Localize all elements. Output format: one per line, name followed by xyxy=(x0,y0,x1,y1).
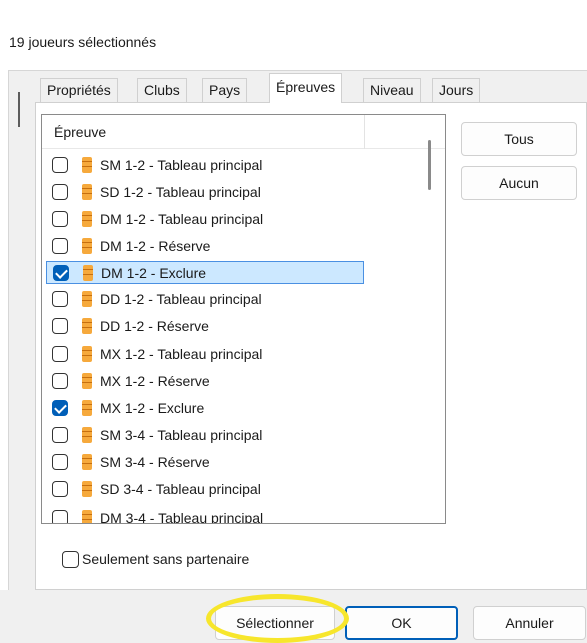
list-item[interactable]: MX 1-2 - Exclure xyxy=(46,397,364,420)
only-without-partner-label: Seulement sans partenaire xyxy=(82,551,250,567)
list-item-label: SM 3-4 - Réserve xyxy=(100,454,210,470)
select-none-button[interactable]: Aucun xyxy=(461,166,577,200)
database-icon xyxy=(82,481,92,497)
list-item-checkbox-checked[interactable] xyxy=(52,400,68,416)
database-icon xyxy=(82,346,92,362)
list-item[interactable]: SM 3-4 - Tableau principal xyxy=(46,424,364,447)
left-scroll-indicator xyxy=(18,92,20,127)
selection-count-text: 19 joueurs sélectionnés xyxy=(9,34,157,50)
list-scrollbar-thumb[interactable] xyxy=(428,140,431,190)
list-item-checkbox[interactable] xyxy=(52,346,68,362)
list-item[interactable]: SM 3-4 - Réserve xyxy=(46,451,364,474)
list-item-checkbox[interactable] xyxy=(52,427,68,443)
list-item[interactable]: DM 1-2 - Tableau principal xyxy=(46,208,364,231)
select-button[interactable]: Sélectionner xyxy=(215,606,335,640)
list-item-label: MX 1-2 - Exclure xyxy=(100,400,205,416)
database-icon xyxy=(83,265,93,281)
database-icon xyxy=(82,318,92,334)
column-separator[interactable] xyxy=(364,115,365,149)
list-item-checkbox[interactable] xyxy=(52,238,68,254)
list-item-label: MX 1-2 - Réserve xyxy=(100,373,210,389)
only-without-partner-checkbox[interactable] xyxy=(62,551,79,568)
list-item-checkbox[interactable] xyxy=(52,373,68,389)
list-item-label: DM 1-2 - Réserve xyxy=(100,238,211,254)
list-item-checkbox[interactable] xyxy=(52,184,68,200)
database-icon xyxy=(82,184,92,200)
list-item-label: SM 3-4 - Tableau principal xyxy=(100,427,263,443)
column-header-epreuve: Épreuve xyxy=(54,124,107,140)
list-item[interactable]: DM 1-2 - Réserve xyxy=(46,235,364,258)
list-item[interactable]: DD 1-2 - Réserve xyxy=(46,315,364,338)
list-item-label: DM 1-2 - Tableau principal xyxy=(100,211,264,227)
list-item-checkbox[interactable] xyxy=(52,454,68,470)
tab-jours[interactable]: Jours xyxy=(432,78,481,102)
list-item-checkbox[interactable] xyxy=(52,157,68,173)
database-icon xyxy=(82,291,92,307)
tab-pays[interactable]: Pays xyxy=(202,78,248,102)
list-item-checkbox[interactable] xyxy=(52,318,68,334)
list-item-label: DM 1-2 - Exclure xyxy=(101,265,207,281)
list-item-checkbox[interactable] xyxy=(52,481,68,497)
tab-niveau[interactable]: Niveau xyxy=(363,78,421,102)
select-all-button[interactable]: Tous xyxy=(461,122,577,156)
list-item[interactable]: DM 3-4 - Tableau principal xyxy=(46,507,364,524)
list-item[interactable]: DD 1-2 - Tableau principal xyxy=(46,288,364,311)
list-item[interactable]: MX 1-2 - Tableau principal xyxy=(46,343,364,366)
dialog-top-area: 19 joueurs sélectionnés xyxy=(0,0,587,70)
list-item[interactable]: SD 1-2 - Tableau principal xyxy=(46,181,364,204)
database-icon xyxy=(82,427,92,443)
list-item[interactable]: SD 3-4 - Tableau principal xyxy=(46,478,364,501)
events-listbox[interactable]: Épreuve SM 1-2 - Tableau principal SD 1-… xyxy=(41,114,446,524)
list-item-label: SD 1-2 - Tableau principal xyxy=(100,184,261,200)
list-item-label: DD 1-2 - Tableau principal xyxy=(100,291,262,307)
list-item-label: SD 3-4 - Tableau principal xyxy=(100,481,261,497)
database-icon xyxy=(82,373,92,389)
list-column-header[interactable]: Épreuve xyxy=(42,115,445,149)
database-icon xyxy=(82,211,92,227)
tab-proprietes[interactable]: Propriétés xyxy=(40,78,118,102)
database-icon xyxy=(82,510,92,523)
list-item-checkbox[interactable] xyxy=(52,510,68,523)
list-item-label: MX 1-2 - Tableau principal xyxy=(100,346,263,362)
list-item-checkbox[interactable] xyxy=(52,291,68,307)
tab-clubs[interactable]: Clubs xyxy=(137,78,187,102)
only-without-partner-option[interactable]: Seulement sans partenaire xyxy=(62,549,302,571)
list-item-label: SM 1-2 - Tableau principal xyxy=(100,157,263,173)
list-item-checkbox[interactable] xyxy=(52,211,68,227)
database-icon xyxy=(82,157,92,173)
database-icon xyxy=(82,238,92,254)
ok-button[interactable]: OK xyxy=(345,606,458,640)
list-item-checkbox-checked[interactable] xyxy=(53,265,69,281)
list-item-label: DD 1-2 - Réserve xyxy=(100,318,209,334)
tab-epreuves[interactable]: Épreuves xyxy=(269,73,343,103)
list-item[interactable]: MX 1-2 - Réserve xyxy=(46,370,364,393)
cancel-button[interactable]: Annuler xyxy=(473,606,586,640)
list-item-selected[interactable]: DM 1-2 - Exclure xyxy=(46,261,364,284)
list-item-label: DM 3-4 - Tableau principal xyxy=(100,510,264,524)
database-icon xyxy=(82,454,92,470)
database-icon xyxy=(82,400,92,416)
list-item[interactable]: SM 1-2 - Tableau principal xyxy=(46,154,364,177)
